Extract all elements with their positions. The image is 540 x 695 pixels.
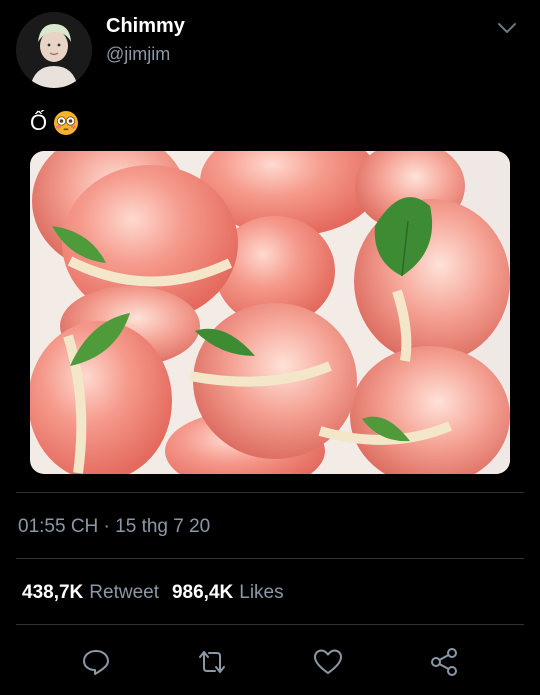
share-icon [431, 648, 457, 676]
retweet-count[interactable]: 438,7K [22, 582, 83, 604]
like-count[interactable]: 986,4K [172, 582, 233, 604]
retweet-label[interactable]: Retweet [89, 582, 159, 604]
like-button[interactable] [312, 646, 344, 678]
divider [16, 558, 524, 559]
like-label[interactable]: Likes [239, 582, 283, 604]
display-name[interactable]: Chimmy [106, 15, 185, 38]
user-handle[interactable]: @jimjim [106, 44, 170, 65]
comment-icon [83, 650, 109, 675]
avatar[interactable] [16, 12, 92, 88]
share-button[interactable] [428, 646, 460, 678]
divider [16, 492, 524, 493]
tweet-header: Chimmy @jimjim [0, 0, 540, 100]
chevron-down-icon[interactable] [495, 16, 519, 40]
retweet-icon [199, 651, 225, 673]
heart-icon [314, 649, 342, 674]
tweet-media-image[interactable] [30, 151, 510, 474]
tweet-text-content: Ố [30, 110, 48, 135]
tweet-timestamp[interactable]: 01:55 CH · 15 thg 7 20 [18, 516, 210, 538]
avatar-image [16, 12, 92, 88]
divider [16, 624, 524, 625]
tweet-text: Ố [30, 110, 79, 136]
reply-button[interactable] [80, 646, 112, 678]
retweet-button[interactable] [196, 646, 228, 678]
flushed-face-emoji [54, 111, 79, 135]
engagement-stats: 438,7K Retweet 986,4K Likes [22, 582, 297, 604]
